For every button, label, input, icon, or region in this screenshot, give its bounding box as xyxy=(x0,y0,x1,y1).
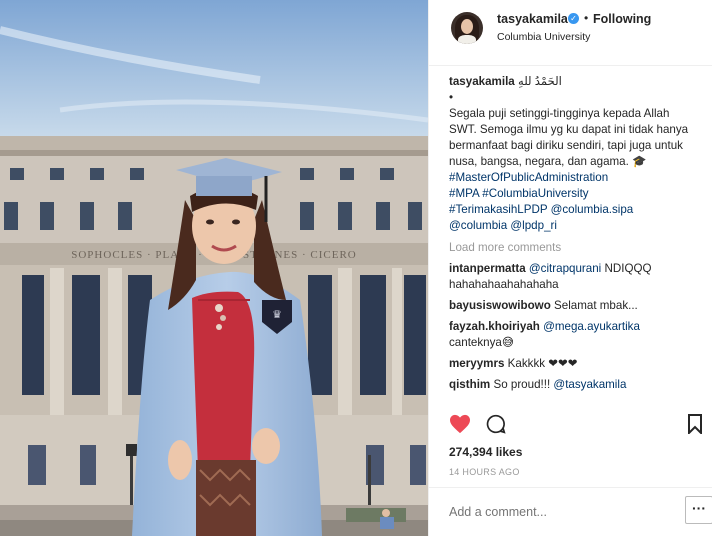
comment-item: fayzah.khoiriyah @mega.ayukartika cantek… xyxy=(449,319,699,351)
comment-item: bayusiswowibowo Selamat mbak... xyxy=(449,298,699,314)
verified-badge-icon: ✓ xyxy=(568,13,579,24)
hashtag-mpa-columbia[interactable]: #MPA #ColumbiaUniversity xyxy=(449,187,589,200)
comment-username[interactable]: qisthim xyxy=(449,378,490,391)
location-link[interactable]: Columbia University xyxy=(497,31,590,43)
comment-mention[interactable]: @citrapqurani xyxy=(529,262,601,275)
comment-username[interactable]: intanpermatta xyxy=(449,262,526,275)
post-sidebar: tasyakamila ✓ • Following Columbia Unive… xyxy=(428,0,712,536)
more-options-icon[interactable]: ··· xyxy=(685,496,712,524)
hashtag-mpa-admin[interactable]: #MasterOfPublicAdministration xyxy=(449,171,608,184)
comments-section: tasyakamila الحَمْدُ للهِ • Segala puji … xyxy=(449,74,699,393)
following-button[interactable]: Following xyxy=(593,12,651,26)
comment-item: intanpermatta @citrapqurani NDIQQQ hahah… xyxy=(449,261,699,293)
separator-dot: • xyxy=(584,11,589,25)
caption-username[interactable]: tasyakamila xyxy=(449,75,515,88)
bookmark-icon[interactable] xyxy=(687,414,703,434)
comment-text: So proud!!! xyxy=(493,378,554,391)
hashtag-lpdp-sipa[interactable]: #TerimakasihLPDP @columbia.sipa xyxy=(449,203,633,216)
username-link[interactable]: tasyakamila xyxy=(497,12,568,26)
comment-mention[interactable]: @mega.ayukartika xyxy=(543,320,640,333)
caption: tasyakamila الحَمْدُ للهِ xyxy=(449,74,699,90)
comment-text: canteknya😅 xyxy=(449,336,514,349)
comment-username[interactable]: meryymrs xyxy=(449,357,504,370)
comment-text: Kakkkk ❤❤❤ xyxy=(507,357,578,370)
caption-body: Segala puji setinggi-tingginya kepada Al… xyxy=(449,106,699,234)
comment-icon[interactable] xyxy=(485,414,507,434)
comment-text: Selamat mbak... xyxy=(554,299,638,312)
comment-input[interactable] xyxy=(449,502,669,522)
post-header: tasyakamila ✓ • Following Columbia Unive… xyxy=(429,0,712,66)
caption-arabic: الحَمْدُ للهِ xyxy=(517,75,562,88)
comment-username[interactable]: fayzah.khoiriyah xyxy=(449,320,540,333)
post-actions xyxy=(449,414,702,436)
mention-columbia-lpdp[interactable]: @columbia @lpdp_ri xyxy=(449,219,557,232)
comment-item: qisthim So proud!!! @tasyakamila xyxy=(449,377,699,393)
load-more-comments-link[interactable]: Load more comments xyxy=(449,240,699,256)
comment-mention[interactable]: @tasyakamila xyxy=(553,378,626,391)
post-photo[interactable]: SOPHOCLES · PLATO · DEMOSTHENES · CICERO xyxy=(0,0,428,536)
add-comment-bar: ··· xyxy=(429,487,712,536)
avatar[interactable] xyxy=(451,12,483,44)
post-timestamp[interactable]: 14 HOURS AGO xyxy=(449,467,520,477)
graduation-emoji-icon: 🎓 xyxy=(632,155,647,168)
likes-count[interactable]: 274,394 likes xyxy=(449,445,522,459)
comment-username[interactable]: bayusiswowibowo xyxy=(449,299,551,312)
comment-item: meryymrs Kakkkk ❤❤❤ xyxy=(449,356,699,372)
caption-text: Segala puji setinggi-tingginya kepada Al… xyxy=(449,107,689,168)
caption-bullet: • xyxy=(449,91,454,104)
svg-text:♛: ♛ xyxy=(272,309,282,321)
heart-icon[interactable] xyxy=(449,414,471,434)
